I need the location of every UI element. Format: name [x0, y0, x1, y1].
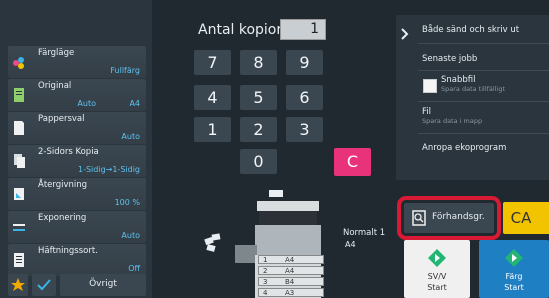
setting-label: Original	[38, 81, 72, 91]
setting-color-mode[interactable]: Färgläge Fullfärg	[8, 46, 146, 78]
copies-input[interactable]: 1	[280, 19, 326, 40]
star-icon	[11, 278, 25, 291]
duplex-icon	[14, 154, 25, 168]
clear-button[interactable]: C	[334, 148, 371, 176]
setting-value: 1-Sidig→1-Sidig	[77, 165, 140, 174]
file-label: Fil	[422, 107, 431, 117]
setting-label: Färgläge	[38, 48, 75, 58]
setting-paper-select[interactable]: Pappersval Auto	[8, 112, 146, 144]
key-7[interactable]: 7	[194, 50, 231, 75]
bypass-tray-label: Normalt 1	[343, 228, 386, 238]
paper-select-icon	[14, 121, 24, 135]
copies-label: Antal kopior	[198, 22, 283, 38]
clear-all-button[interactable]: CA	[503, 202, 549, 234]
settings-panel: Färgläge Fullfärg Original Auto A4 Pappe…	[0, 0, 152, 298]
recent-jobs-item[interactable]: Senaste jobb	[422, 54, 477, 64]
key-3[interactable]: 3	[286, 117, 323, 142]
setting-exposure[interactable]: Exponering Auto	[8, 211, 146, 243]
setting-value-mode: Auto	[77, 99, 96, 108]
reproduction-icon	[14, 188, 24, 200]
quick-file-checkbox[interactable]	[423, 79, 437, 93]
tray-1[interactable]: 1 A4	[258, 255, 324, 264]
check-button[interactable]	[32, 274, 56, 296]
action-panel	[396, 15, 549, 180]
send-and-print-item[interactable]: Både sänd och skriv ut	[422, 25, 519, 35]
color-mode-icon	[13, 57, 24, 69]
other-button-label: Övrigt	[89, 279, 117, 289]
bw-start-label-1: SV/V	[427, 272, 447, 281]
divider	[418, 70, 549, 71]
original-icon	[14, 88, 24, 102]
staple-sort-icon	[14, 253, 24, 267]
tray-4[interactable]: 4 A3	[258, 288, 324, 297]
setting-label: 2-Sidors Kopia	[38, 147, 99, 157]
key-6[interactable]: 6	[286, 85, 323, 110]
file-item[interactable]: Fil Spara data i mapp	[422, 107, 482, 125]
setting-value: 100 %	[114, 198, 140, 207]
eco-program-item[interactable]: Anropa ekoprogram	[422, 143, 506, 153]
setting-value: Fullfärg	[110, 66, 140, 75]
copy-screen: Färgläge Fullfärg Original Auto A4 Pappe…	[0, 0, 549, 298]
setting-label: Återgivning	[38, 180, 88, 190]
setting-value: A4	[129, 99, 140, 108]
checkmark-icon	[37, 279, 51, 291]
bottom-bar: Övrigt	[8, 274, 146, 296]
file-subtext: Spara data i mapp	[422, 117, 483, 125]
chevron-right-icon[interactable]	[396, 15, 412, 55]
key-8[interactable]: 8	[240, 50, 277, 75]
setting-reproduction[interactable]: Återgivning 100 %	[8, 178, 146, 210]
paper-tray-list: 1 A4 2 A4 3 B4 4 A3	[258, 255, 324, 298]
divider	[418, 133, 549, 134]
favorites-button[interactable]	[8, 274, 28, 296]
setting-original[interactable]: Original Auto A4	[8, 79, 146, 111]
bw-start-label-2: Start	[427, 283, 447, 292]
key-9[interactable]: 9	[286, 50, 323, 75]
preview-highlight-frame	[397, 196, 501, 240]
color-start-button[interactable]: Färg Start	[479, 240, 549, 298]
setting-label: Pappersval	[38, 114, 85, 124]
setting-label: Häftningssort.	[38, 246, 98, 256]
key-5[interactable]: 5	[240, 85, 277, 110]
bw-start-icon	[428, 249, 446, 267]
setting-duplex[interactable]: 2-Sidors Kopia 1-Sidig→1-Sidig	[8, 145, 146, 177]
key-4[interactable]: 4	[194, 85, 231, 110]
quick-file-subtext: Spara data tillfälligt	[441, 85, 505, 93]
bypass-tray-size: A4	[345, 240, 356, 249]
tray-3[interactable]: 3 B4	[258, 277, 324, 286]
setting-staple-sort[interactable]: Häftningssort. Off	[8, 244, 146, 276]
setting-label: Exponering	[38, 213, 87, 223]
color-start-icon	[505, 249, 523, 267]
key-2[interactable]: 2	[240, 117, 277, 142]
exposure-icon	[13, 224, 25, 231]
tray-2[interactable]: 2 A4	[258, 266, 324, 275]
setting-value: Off	[128, 264, 140, 273]
other-button[interactable]: Övrigt	[60, 274, 146, 296]
bw-start-button[interactable]: SV/V Start	[404, 240, 470, 298]
quick-file-label: Snabbfil	[441, 75, 476, 85]
setting-value: Auto	[121, 231, 140, 240]
divider	[418, 43, 549, 44]
key-0[interactable]: 0	[240, 149, 277, 174]
color-start-label-2: Start	[504, 283, 524, 292]
divider	[418, 101, 549, 102]
quick-file-item[interactable]: Snabbfil Spara data tillfälligt	[441, 75, 505, 93]
setting-value: Auto	[121, 132, 140, 141]
key-1[interactable]: 1	[194, 117, 231, 142]
color-start-label-1: Färg	[505, 272, 523, 281]
